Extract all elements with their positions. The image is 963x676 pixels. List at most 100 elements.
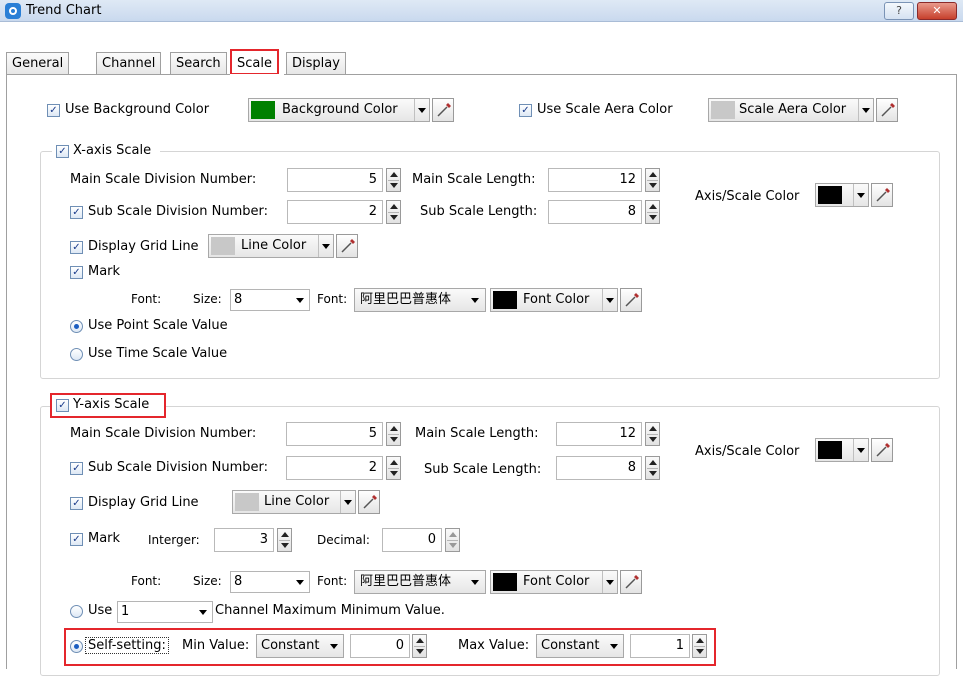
y-axis-checkbox[interactable]: ✓ [56, 399, 69, 412]
tab-scale[interactable]: Scale [230, 49, 279, 75]
y-min-value-spinner[interactable] [412, 634, 427, 658]
y-grid-checkbox[interactable]: ✓ [70, 497, 83, 510]
x-font-name-value: 阿里巴巴普惠体 [360, 292, 452, 307]
y-min-mode-combo[interactable]: Constant [256, 634, 344, 658]
y-size-label: Size: [193, 574, 222, 588]
x-sub-len-input[interactable]: 8 [548, 200, 642, 224]
y-sub-len-spinner[interactable] [645, 456, 660, 480]
y-main-len-spinner[interactable] [645, 422, 660, 446]
y-main-div-spinner[interactable] [386, 422, 401, 446]
y-main-len-label: Main Scale Length: [415, 426, 539, 441]
x-sub-div-spinner[interactable] [386, 200, 401, 224]
y-decimal-spinner[interactable] [445, 528, 460, 552]
eyedropper-icon [437, 103, 451, 117]
y-decimal-label: Decimal: [317, 533, 370, 547]
chevron-down-icon[interactable] [602, 289, 616, 311]
use-scale-area-color-label: Use Scale Aera Color [537, 102, 673, 117]
bg-color-picker-button[interactable] [432, 98, 454, 122]
y-integer-spinner[interactable] [277, 528, 292, 552]
chevron-down-icon[interactable] [602, 571, 616, 593]
x-axis-color-picker-button[interactable] [871, 183, 893, 207]
x-line-color-combo[interactable]: Line Color [208, 234, 334, 258]
use-scale-area-color-checkbox[interactable]: ✓ [519, 104, 532, 117]
y-size-select[interactable]: 8 [230, 571, 310, 593]
eyedropper-icon [363, 495, 377, 509]
y-integer-input[interactable]: 3 [214, 528, 274, 552]
x-grid-checkbox[interactable]: ✓ [70, 241, 83, 254]
scale-area-color-combo[interactable]: Scale Aera Color [708, 98, 874, 122]
y-min-value-input[interactable]: 0 [350, 634, 410, 658]
x-sub-div-input[interactable]: 2 [287, 200, 383, 224]
tab-search[interactable]: Search [170, 52, 227, 75]
chevron-down-icon[interactable] [414, 99, 428, 121]
chevron-down-icon [196, 602, 210, 622]
x-axis-checkbox[interactable]: ✓ [56, 145, 69, 158]
y-channel-select[interactable]: 1 [117, 601, 213, 623]
y-main-div-input[interactable]: 5 [286, 422, 383, 446]
tab-divider [6, 74, 230, 75]
y-sub-len-input[interactable]: 8 [556, 456, 642, 480]
y-font-color-combo[interactable]: Font Color [490, 570, 618, 594]
scale-area-color-picker-button[interactable] [876, 98, 898, 122]
y-font-name-combo[interactable]: 阿里巴巴普惠体 [354, 570, 486, 594]
chevron-down-icon[interactable] [853, 439, 867, 461]
x-point-scale-radio[interactable] [70, 320, 83, 333]
y-min-mode-value: Constant [261, 638, 320, 653]
chevron-down-icon[interactable] [468, 571, 482, 593]
y-self-setting-radio[interactable] [70, 640, 83, 653]
x-size-select[interactable]: 8 [230, 289, 310, 311]
x-time-scale-radio[interactable] [70, 348, 83, 361]
chevron-down-icon[interactable] [327, 635, 341, 657]
x-sub-len-spinner[interactable] [645, 200, 660, 224]
x-main-len-spinner[interactable] [645, 168, 660, 192]
x-font-color-combo[interactable]: Font Color [490, 288, 618, 312]
y-max-value-spinner[interactable] [692, 634, 707, 658]
y-line-color-picker-button[interactable] [358, 490, 380, 514]
chevron-down-icon[interactable] [468, 289, 482, 311]
tab-channel[interactable]: Channel [96, 52, 162, 75]
y-max-value-input[interactable]: 1 [630, 634, 690, 658]
bg-color-combo[interactable]: Background Color [248, 98, 430, 122]
y-sub-len-label: Sub Scale Length: [424, 462, 542, 477]
y-sub-div-spinner[interactable] [386, 456, 401, 480]
chevron-down-icon[interactable] [607, 635, 621, 657]
eyedropper-icon [876, 188, 890, 202]
use-bg-color-checkbox[interactable]: ✓ [47, 104, 60, 117]
y-mark-checkbox[interactable]: ✓ [70, 533, 83, 546]
y-max-mode-combo[interactable]: Constant [536, 634, 624, 658]
x-mark-checkbox[interactable]: ✓ [70, 266, 83, 279]
chevron-down-icon[interactable] [340, 491, 354, 513]
x-axis-color-combo[interactable] [815, 183, 869, 207]
y-decimal-input[interactable]: 0 [382, 528, 442, 552]
x-main-div-input[interactable]: 5 [287, 168, 383, 192]
x-line-color-picker-button[interactable] [336, 234, 358, 258]
y-axis-color-picker-button[interactable] [871, 438, 893, 462]
tab-general[interactable]: General [6, 52, 70, 75]
y-font-color-picker-button[interactable] [620, 570, 642, 594]
y-line-color-combo[interactable]: Line Color [232, 490, 356, 514]
x-font-color-label: Font Color [523, 292, 590, 307]
chevron-down-icon[interactable] [853, 184, 867, 206]
eyedropper-icon [625, 293, 639, 307]
y-axis-color-combo[interactable] [815, 438, 869, 462]
x-main-len-label: Main Scale Length: [412, 172, 536, 187]
y-size-value: 8 [234, 574, 243, 589]
tab-display[interactable]: Display [286, 52, 346, 75]
y-sub-div-checkbox[interactable]: ✓ [70, 462, 83, 475]
x-font-color-picker-button[interactable] [620, 288, 642, 312]
chevron-down-icon[interactable] [858, 99, 872, 121]
y-mark-label: Mark [88, 531, 121, 546]
y-main-len-input[interactable]: 12 [556, 422, 642, 446]
x-size-label: Size: [193, 292, 222, 306]
x-main-div-spinner[interactable] [386, 168, 401, 192]
help-button[interactable]: ? [884, 2, 914, 20]
x-font-name-combo[interactable]: 阿里巴巴普惠体 [354, 288, 486, 312]
x-main-len-input[interactable]: 12 [548, 168, 642, 192]
eyedropper-icon [341, 239, 355, 253]
close-button[interactable]: ✕ [917, 2, 957, 20]
y-font-color-swatch [493, 573, 517, 591]
chevron-down-icon[interactable] [318, 235, 332, 257]
y-sub-div-input[interactable]: 2 [286, 456, 383, 480]
y-use-channel-radio[interactable] [70, 605, 83, 618]
x-sub-div-checkbox[interactable]: ✓ [70, 206, 83, 219]
